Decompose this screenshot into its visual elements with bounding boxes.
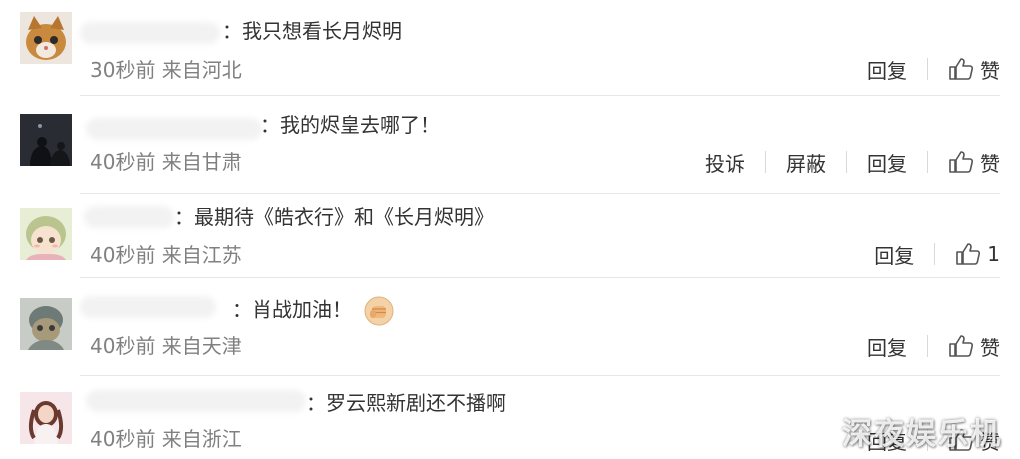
- comment-item: ：肖战加油！ 40秒前 来自天津 回复 赞: [0, 282, 1020, 376]
- comment-actions: 回复 赞: [867, 332, 1000, 360]
- comment-meta: 40秒前 来自天津: [90, 334, 242, 358]
- comment-text: ：我只想看长月烬明: [222, 19, 402, 43]
- divider: [846, 151, 847, 173]
- like-button[interactable]: 赞: [948, 148, 1000, 177]
- thumbs-up-icon: [956, 243, 981, 265]
- comment-actions: 投诉 屏蔽 回复 赞: [705, 148, 1000, 176]
- divider: [927, 58, 928, 80]
- reply-button[interactable]: 回复: [874, 240, 914, 269]
- comment-text-content: ：肖战加油！: [232, 297, 352, 322]
- comment-meta: 30秒前 来自河北: [90, 58, 242, 82]
- comment-item: ：我只想看长月烬明 30秒前 来自河北 回复 赞: [0, 0, 1020, 96]
- comment-item: ：我的烬皇去哪了！ 40秒前 来自甘肃 投诉 屏蔽 回复 赞: [0, 96, 1020, 194]
- comment-actions: 回复 赞: [867, 55, 1000, 83]
- thumbs-up-icon: [949, 151, 974, 173]
- reply-button[interactable]: 回复: [867, 148, 907, 177]
- like-count: 1: [987, 242, 1000, 266]
- comment-actions: 回复 1: [874, 240, 1000, 268]
- comment-meta: 40秒前 来自浙江: [90, 427, 242, 451]
- comment-text: ：肖战加油！: [232, 296, 394, 326]
- comment-text: ：罗云熙新剧还不播啊: [306, 391, 506, 415]
- username-redacted[interactable]: [86, 390, 306, 412]
- thumbs-up-icon: [949, 335, 974, 357]
- comment-meta: 40秒前 来自江苏: [90, 243, 242, 267]
- like-label: 赞: [980, 58, 1000, 83]
- comment-item: ：最期待《皓衣行》和《长月烬明》 40秒前 来自江苏 回复 1: [0, 190, 1020, 282]
- username-redacted[interactable]: [86, 118, 262, 140]
- watermark: 深夜娱乐机: [842, 417, 1002, 452]
- avatar[interactable]: [20, 114, 72, 166]
- avatar[interactable]: [20, 298, 72, 350]
- like-label: 赞: [980, 151, 1000, 176]
- username-redacted[interactable]: [80, 296, 216, 318]
- report-button[interactable]: 投诉: [705, 148, 745, 177]
- like-button[interactable]: 1: [955, 242, 1000, 266]
- avatar[interactable]: [20, 392, 72, 444]
- reply-button[interactable]: 回复: [867, 332, 907, 361]
- divider: [927, 335, 928, 357]
- username-redacted[interactable]: [84, 206, 174, 228]
- comment-divider: [80, 277, 1000, 278]
- comment-text: ：我的烬皇去哪了！: [260, 113, 440, 137]
- avatar[interactable]: [20, 12, 72, 64]
- avatar[interactable]: [20, 208, 72, 260]
- divider: [765, 151, 766, 173]
- divider: [927, 151, 928, 173]
- comment-text: ：最期待《皓衣行》和《长月烬明》: [174, 205, 494, 229]
- username-redacted[interactable]: [80, 22, 220, 44]
- divider: [934, 243, 936, 265]
- thumbs-up-icon: [949, 58, 974, 80]
- reply-button[interactable]: 回复: [867, 55, 907, 84]
- like-button[interactable]: 赞: [948, 55, 1000, 84]
- fist-emoji-icon: [364, 296, 394, 326]
- block-button[interactable]: 屏蔽: [786, 148, 826, 177]
- comment-meta: 40秒前 来自甘肃: [90, 150, 242, 174]
- like-label: 赞: [980, 335, 1000, 360]
- like-button[interactable]: 赞: [948, 332, 1000, 361]
